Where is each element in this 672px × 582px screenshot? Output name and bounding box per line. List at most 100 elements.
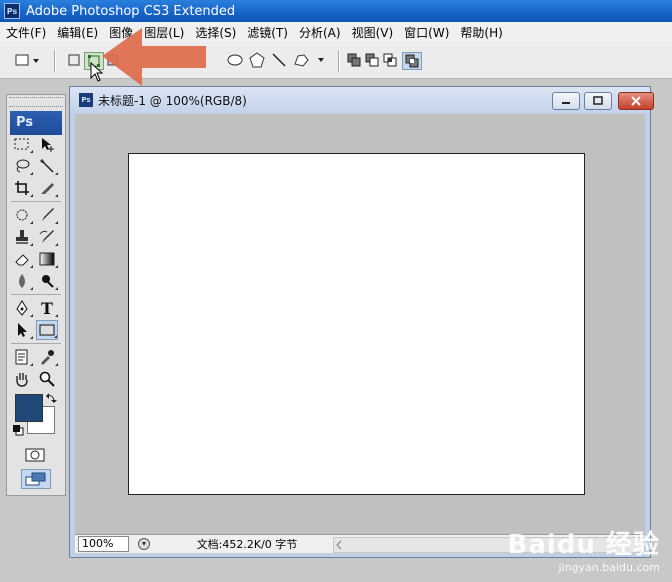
dodge-icon — [42, 275, 54, 288]
document-status-info: 文档:452.2K/0 字节 — [196, 538, 298, 551]
ps-logo: Ps — [10, 111, 62, 135]
shape-layers-icon — [68, 54, 80, 66]
status-menu-icon[interactable] — [137, 537, 151, 551]
watermark-url: jingyan.baidu.com — [558, 561, 660, 574]
menu-view[interactable]: 视图(V) — [346, 24, 399, 41]
line-icon — [272, 53, 286, 67]
ellipse-tool-button[interactable] — [226, 52, 244, 68]
line-tool-button[interactable] — [270, 52, 288, 68]
path-selection-icon — [18, 323, 27, 337]
notes-tool[interactable] — [11, 347, 33, 367]
eraser-tool[interactable] — [11, 249, 33, 269]
watermark-logo: Baidu 经验 — [507, 530, 660, 560]
move-tool[interactable] — [36, 134, 58, 154]
app-title-bar: Ps Adobe Photoshop CS3 Extended — [0, 0, 672, 22]
hand-tool[interactable] — [11, 369, 33, 389]
notes-icon — [15, 349, 28, 365]
combine-add-button[interactable] — [346, 52, 362, 68]
intersect-icon — [383, 53, 397, 67]
add-icon — [347, 53, 361, 67]
type-icon: T — [41, 300, 53, 316]
menu-help[interactable]: 帮助(H) — [454, 24, 507, 41]
maximize-icon — [593, 96, 603, 105]
brush-icon — [42, 208, 54, 221]
document-window: Ps 未标题-1 @ 100%(RGB/8) 100% 文档:452.2K/0 … — [69, 86, 654, 558]
blur-tool[interactable] — [11, 271, 33, 291]
history-brush-icon — [39, 230, 54, 243]
combine-exclude-button[interactable] — [402, 52, 422, 70]
minimize-button[interactable] — [552, 92, 580, 110]
crop-icon — [15, 181, 29, 195]
polygon-icon — [249, 52, 265, 68]
gradient-tool[interactable] — [36, 249, 58, 269]
custom-shape-icon — [294, 54, 324, 67]
dodge-tool[interactable] — [36, 271, 58, 291]
menu-edit[interactable]: 编辑(E) — [51, 24, 103, 41]
menu-filter[interactable]: 滤镜(T) — [241, 24, 293, 41]
swap-colors-icon[interactable] — [45, 392, 57, 404]
marquee-icon — [14, 138, 29, 150]
foreground-color-swatch[interactable] — [15, 394, 43, 422]
rectangle-icon — [39, 324, 55, 336]
screen-mode-button[interactable] — [21, 469, 51, 489]
healing-brush-tool[interactable] — [11, 205, 33, 225]
rectangle-tool[interactable] — [36, 320, 58, 340]
hand-icon — [16, 373, 28, 387]
ellipse-icon — [227, 54, 243, 66]
zoom-tool[interactable] — [36, 369, 58, 389]
magic-wand-tool[interactable] — [36, 156, 58, 176]
minimize-icon — [562, 102, 570, 104]
canvas[interactable] — [128, 153, 585, 495]
blur-icon — [19, 274, 25, 288]
zoom-field[interactable]: 100% — [78, 536, 129, 552]
clone-stamp-icon — [16, 230, 28, 244]
menu-window[interactable]: 窗口(W) — [398, 24, 454, 41]
crop-tool[interactable] — [11, 178, 33, 198]
svg-text:T: T — [41, 300, 53, 316]
scroll-left-icon[interactable] — [334, 538, 344, 552]
shape-layers-button[interactable] — [66, 52, 82, 68]
move-icon — [42, 138, 54, 152]
tools-panel: Ps T — [6, 94, 66, 496]
document-icon: Ps — [79, 93, 93, 107]
menu-file[interactable]: 文件(F) — [0, 24, 51, 41]
marquee-tool[interactable] — [11, 134, 33, 154]
default-colors-icon[interactable] — [12, 424, 24, 436]
eyedropper-icon — [41, 350, 54, 365]
subtract-icon — [365, 53, 379, 67]
maximize-button[interactable] — [584, 92, 612, 110]
quick-mask-icon — [25, 448, 45, 462]
close-icon — [631, 96, 641, 106]
gradient-icon — [39, 252, 55, 266]
clone-stamp-tool[interactable] — [11, 227, 33, 247]
close-button[interactable] — [618, 92, 654, 110]
document-canvas-area — [75, 114, 645, 534]
menu-analysis[interactable]: 分析(A) — [293, 24, 346, 41]
pen-icon — [16, 300, 28, 316]
brush-tool[interactable] — [36, 205, 58, 225]
lasso-tool[interactable] — [11, 156, 33, 176]
combine-subtract-button[interactable] — [364, 52, 380, 68]
eraser-icon — [15, 254, 29, 266]
healing-brush-icon — [16, 209, 28, 221]
quick-mask-button[interactable] — [24, 447, 46, 463]
eyedropper-tool[interactable] — [36, 347, 58, 367]
lasso-icon — [16, 159, 30, 173]
slice-tool[interactable] — [36, 178, 58, 198]
screen-mode-icon — [25, 472, 46, 486]
path-selection-tool[interactable] — [11, 320, 33, 340]
polygon-tool-button[interactable] — [248, 52, 266, 68]
panel-grip[interactable] — [9, 97, 63, 107]
magic-wand-icon — [40, 159, 54, 173]
exclude-icon — [405, 54, 419, 68]
pen-tool[interactable] — [11, 298, 33, 318]
type-tool[interactable]: T — [36, 298, 58, 318]
zoom-icon — [39, 371, 55, 387]
tool-preset-picker[interactable] — [14, 52, 40, 68]
slice-icon — [41, 183, 54, 194]
custom-shape-tool-button[interactable] — [292, 52, 326, 68]
rectangle-preset-icon — [15, 54, 39, 66]
combine-intersect-button[interactable] — [382, 52, 398, 68]
history-brush-tool[interactable] — [36, 227, 58, 247]
watermark: Baidu 经验 jingyan.baidu.com — [508, 524, 660, 574]
